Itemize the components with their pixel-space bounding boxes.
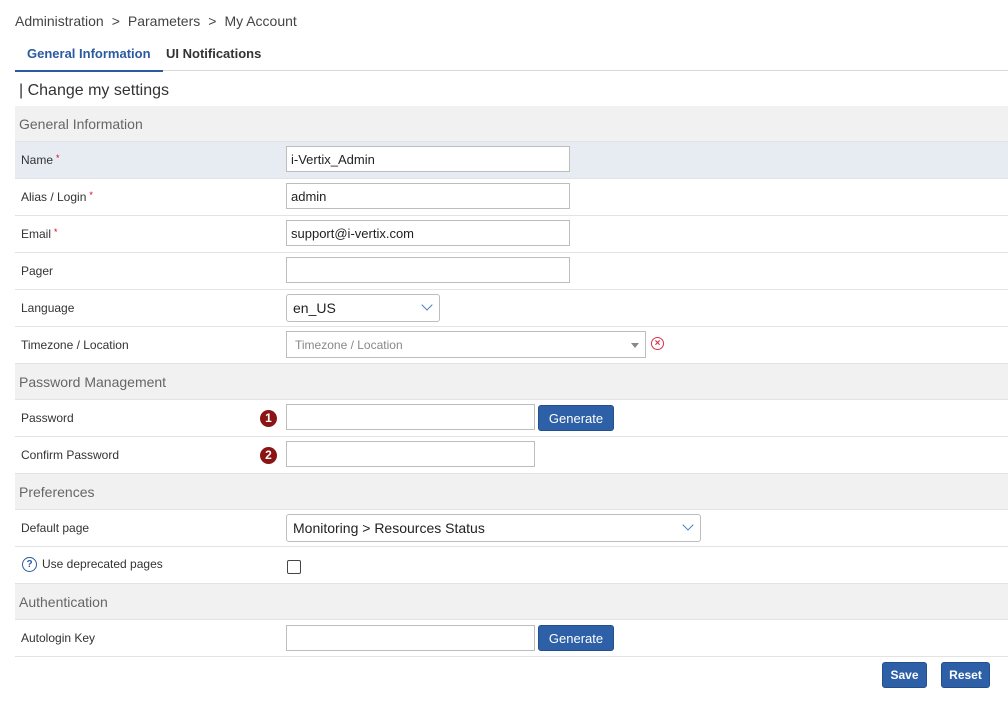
generate-autologin-key-button[interactable]: Generate <box>538 625 614 651</box>
step-badge-1: 1 <box>260 410 277 427</box>
settings-form: General Information Name* Alias / Login*… <box>15 106 1008 697</box>
default-page-selected-value: Monitoring > Resources Status <box>293 520 485 536</box>
alias-field[interactable] <box>286 183 570 209</box>
breadcrumb-my-account: My Account <box>224 13 297 29</box>
row-name: Name * <box>15 142 1008 179</box>
section-general-information: General Information <box>15 106 1008 142</box>
section-title: General Information <box>19 116 143 132</box>
timezone-select[interactable]: Timezone / Location <box>286 331 646 358</box>
deprecated-pages-label: Use deprecated pages <box>42 557 163 571</box>
section-title: Preferences <box>19 484 95 500</box>
language-label: Language <box>21 301 75 315</box>
generate-password-button[interactable]: Generate <box>538 405 614 431</box>
tab-bar: General Information UI Notifications <box>15 40 1008 72</box>
required-marker: * <box>54 227 58 237</box>
timezone-label: Timezone / Location <box>21 338 129 352</box>
form-actions: Save Reset <box>15 657 1008 697</box>
row-alias: Alias / Login * <box>15 179 1008 216</box>
section-password-management: Password Management <box>15 364 1008 400</box>
autologin-key-field[interactable] <box>286 625 535 651</box>
password-field[interactable] <box>286 404 535 430</box>
row-password: Password 1 Generate <box>15 400 1008 437</box>
required-marker: * <box>56 153 60 163</box>
tab-ui-notifications[interactable]: UI Notifications <box>166 40 261 70</box>
required-marker: * <box>89 190 93 200</box>
breadcrumb: Administration > Parameters > My Account <box>15 13 297 29</box>
row-autologin-key: Autologin Key Generate <box>15 620 1008 657</box>
row-pager: Pager <box>15 253 1008 290</box>
alias-label: Alias / Login * <box>21 190 93 204</box>
row-email: Email * <box>15 216 1008 253</box>
section-authentication: Authentication <box>15 584 1008 620</box>
question-circle-icon[interactable]: ? <box>22 557 37 572</box>
save-button[interactable]: Save <box>882 662 927 688</box>
email-label: Email * <box>21 227 58 241</box>
autologin-key-label: Autologin Key <box>21 631 96 645</box>
password-label: Password <box>21 411 74 425</box>
breadcrumb-separator: > <box>111 13 120 29</box>
confirm-password-label: Confirm Password <box>21 448 120 462</box>
row-confirm-password: Confirm Password 2 <box>15 437 1008 474</box>
section-title: Authentication <box>19 594 108 610</box>
tab-general-information[interactable]: General Information <box>15 40 163 72</box>
language-select[interactable]: en_US <box>286 294 440 322</box>
pager-label: Pager <box>21 264 54 278</box>
timezone-placeholder: Timezone / Location <box>295 338 403 352</box>
breadcrumb-separator: > <box>208 13 217 29</box>
row-deprecated-pages: ? Use deprecated pages <box>15 547 1008 584</box>
step-badge-2: 2 <box>260 447 277 464</box>
row-language: Language en_US <box>15 290 1008 327</box>
name-label: Name * <box>21 153 60 167</box>
row-timezone: Timezone / Location Timezone / Location … <box>15 327 1008 364</box>
pager-field[interactable] <box>286 257 570 283</box>
breadcrumb-administration[interactable]: Administration <box>15 13 104 29</box>
caret-down-icon <box>631 343 639 348</box>
language-selected-value: en_US <box>293 300 336 316</box>
breadcrumb-parameters[interactable]: Parameters <box>128 13 200 29</box>
confirm-password-field[interactable] <box>286 441 535 467</box>
deprecated-pages-checkbox[interactable] <box>287 560 301 574</box>
chevron-down-icon <box>682 519 694 531</box>
email-field[interactable] <box>286 220 570 246</box>
default-page-label: Default page <box>21 521 90 535</box>
section-title: Password Management <box>19 374 167 390</box>
section-preferences: Preferences <box>15 474 1008 510</box>
name-field[interactable] <box>286 146 570 172</box>
reset-button[interactable]: Reset <box>941 662 990 688</box>
page-title: | Change my settings <box>19 82 170 99</box>
default-page-select[interactable]: Monitoring > Resources Status <box>286 514 701 542</box>
row-default-page: Default page Monitoring > Resources Stat… <box>15 510 1008 547</box>
circle-x-icon[interactable]: × <box>651 337 664 350</box>
chevron-down-icon <box>421 299 433 311</box>
